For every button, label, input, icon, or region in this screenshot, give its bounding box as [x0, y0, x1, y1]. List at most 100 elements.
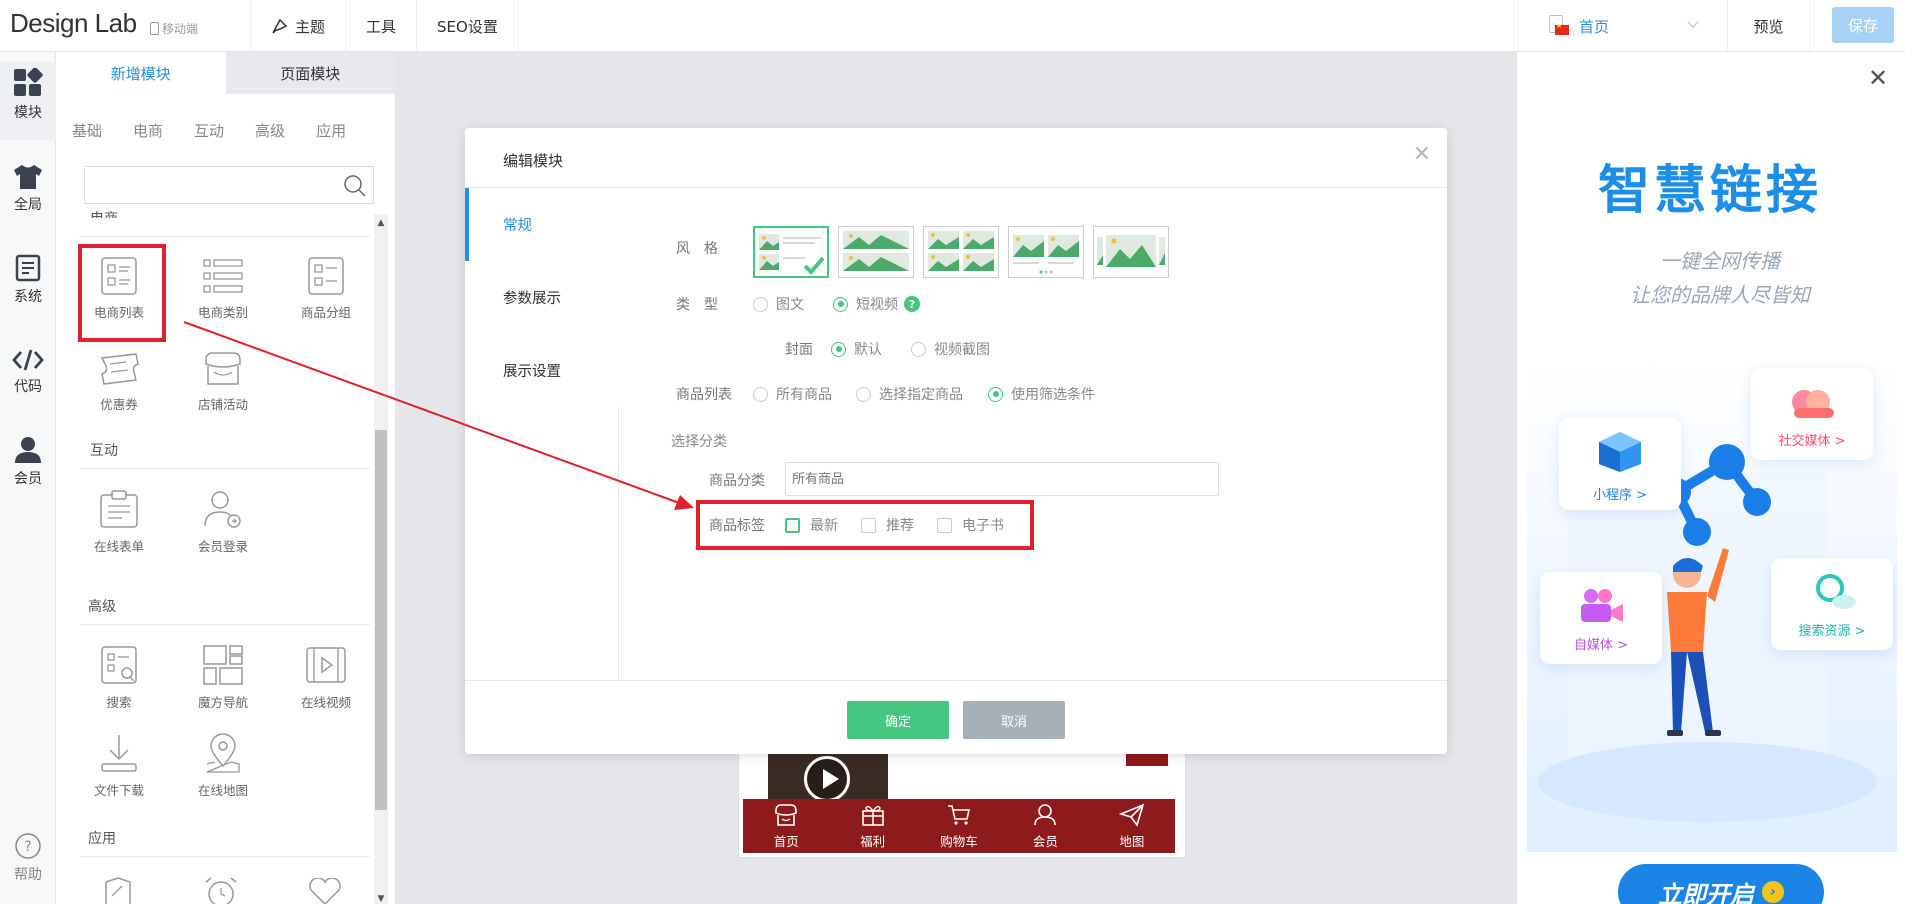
play-icon[interactable]	[804, 756, 850, 800]
product-list-radio-filter[interactable]: 使用筛选条件	[988, 384, 1095, 404]
save-button[interactable]: 保存	[1832, 7, 1894, 43]
bottom-nav-cart[interactable]: 购物车	[916, 799, 1002, 853]
radio-button[interactable]	[753, 386, 768, 402]
promo-card-mini-program[interactable]: 小程序 >	[1559, 418, 1681, 510]
page-selector[interactable]: 首页	[1518, 0, 1728, 52]
dialog-tab-general[interactable]: 常规	[465, 188, 619, 261]
bottom-nav-member[interactable]: 会员	[1002, 799, 1088, 853]
module-search[interactable]: 搜索	[76, 644, 162, 711]
module-subtabs: 基础 电商 互动 高级 应用	[72, 120, 346, 141]
module-coupon[interactable]: 优惠券	[76, 350, 162, 413]
rail-item-system[interactable]: 系统	[0, 254, 56, 306]
module-product-group[interactable]: 商品分组	[283, 256, 369, 321]
ecom-list-highlight-box	[78, 244, 166, 342]
search-module-icon	[101, 646, 137, 684]
promo-cta-button[interactable]: 立即开启 ›	[1618, 864, 1824, 904]
style-option-3[interactable]	[923, 226, 999, 278]
module-online-video[interactable]: 在线视频	[283, 644, 369, 711]
page-selected: 首页	[1579, 17, 1610, 36]
scroll-down-arrow-icon[interactable]: ▼	[376, 894, 386, 904]
rail-item-modules[interactable]: 模块	[0, 62, 56, 140]
cancel-button[interactable]: 取消	[963, 701, 1065, 739]
section-interaction-heading: 互动	[90, 443, 118, 459]
video-thumbnail[interactable]	[768, 752, 888, 800]
rail-item-member[interactable]: 会员	[0, 436, 56, 488]
promo-card-label: 自媒体 >	[1573, 638, 1629, 653]
select-category-heading: 选择分类	[671, 434, 727, 450]
module-file-download[interactable]: 文件下载	[76, 732, 162, 799]
subtab-interaction[interactable]: 互动	[194, 120, 224, 141]
chevron-right-icon: ›	[1762, 881, 1784, 903]
product-category-input[interactable]	[785, 462, 1219, 496]
nav-theme[interactable]: 主题	[250, 0, 345, 52]
bottom-nav-label: 会员	[1032, 834, 1058, 849]
subtab-apps[interactable]: 应用	[316, 120, 346, 141]
mobile-phone-icon	[150, 22, 159, 35]
module-search-input[interactable]	[84, 166, 374, 204]
search-icon[interactable]	[343, 174, 367, 198]
rail-item-global[interactable]: 全局	[0, 164, 56, 214]
scroll-up-arrow-icon[interactable]: ▲	[376, 218, 386, 228]
radio-button[interactable]	[911, 341, 926, 357]
style-option-5[interactable]	[1093, 226, 1169, 278]
tab-page-module[interactable]: 页面模块	[225, 52, 395, 94]
style-thumb-4-icon	[1013, 235, 1079, 274]
help-icon[interactable]: ?	[904, 296, 920, 312]
promo-close-icon[interactable]: ✕	[1868, 64, 1888, 92]
bottom-nav-label: 地图	[1119, 834, 1145, 849]
bottom-nav-benefits[interactable]: 福利	[829, 799, 915, 853]
nav-theme-label: 主题	[295, 17, 326, 36]
module-online-form[interactable]: 在线表单	[76, 488, 162, 555]
radio-button-selected[interactable]	[831, 341, 846, 357]
social-bubbles-icon	[1792, 390, 1834, 418]
panel-scrollbar-thumb[interactable]	[375, 430, 387, 810]
style-label: 风 格	[676, 241, 718, 257]
rail-item-code[interactable]: 代码	[0, 348, 56, 396]
style-option-4[interactable]	[1008, 226, 1084, 278]
download-icon	[101, 735, 137, 772]
bottom-nav-home[interactable]: 首页	[743, 799, 829, 853]
subtab-ecommerce[interactable]: 电商	[133, 120, 163, 141]
cover-radio-default[interactable]: 默认	[831, 339, 882, 359]
module-member-login[interactable]: 会员登录	[180, 488, 266, 555]
nav-tools[interactable]: 工具	[345, 0, 416, 52]
type-radio-short-video[interactable]: 短视频?	[833, 294, 920, 314]
subtab-basic[interactable]: 基础	[72, 120, 102, 141]
app-logo[interactable]: Design Lab	[10, 8, 137, 39]
product-list-radio-all[interactable]: 所有商品	[753, 384, 832, 404]
preview-button[interactable]: 预览	[1728, 0, 1810, 52]
module-online-map[interactable]: 在线地图	[180, 732, 266, 799]
product-list-radio-specific[interactable]: 选择指定商品	[856, 384, 963, 404]
promo-card-self-media[interactable]: 自媒体 >	[1540, 572, 1662, 664]
promo-cta-label: 立即开启	[1658, 880, 1754, 904]
module-label: 优惠券	[100, 397, 138, 412]
promo-card-search-resources[interactable]: 搜索资源 >	[1771, 558, 1893, 650]
dialog-tab-display[interactable]: 展示设置	[465, 334, 619, 407]
subtab-advanced[interactable]: 高级	[255, 120, 285, 141]
promo-card-social-media[interactable]: 社交媒体 >	[1751, 368, 1873, 460]
type-label: 类 型	[676, 297, 718, 313]
radio-button-selected[interactable]	[988, 386, 1003, 402]
close-icon[interactable]: ✕	[1413, 142, 1431, 167]
module-ecom-category[interactable]: 电商类别	[180, 256, 266, 321]
radio-button-selected[interactable]	[833, 296, 848, 312]
confirm-button[interactable]: 确定	[847, 701, 949, 739]
nav-seo[interactable]: SEO设置	[416, 0, 519, 52]
module-magic-nav[interactable]: 魔方导航	[180, 644, 266, 711]
panel-tabs: 新增模块 页面模块	[56, 52, 395, 94]
bottom-nav-label: 福利	[860, 834, 886, 849]
bottom-nav-map[interactable]: 地图	[1089, 799, 1175, 853]
style-option-2[interactable]	[838, 226, 914, 278]
rail-item-help[interactable]: ? 帮助	[0, 832, 56, 884]
mobile-view-link[interactable]: 移动端	[150, 20, 198, 37]
type-radio-graphic[interactable]: 图文	[753, 294, 804, 314]
module-store-activity[interactable]: 店铺活动	[180, 350, 266, 413]
radio-button[interactable]	[753, 296, 768, 312]
radio-button[interactable]	[856, 386, 871, 402]
cover-radio-screenshot[interactable]: 视频截图	[911, 339, 990, 359]
tab-add-module[interactable]: 新增模块	[56, 52, 226, 94]
promo-subtitle-line-1: 一键全网传播	[1660, 249, 1780, 273]
style-option-1[interactable]	[753, 226, 829, 278]
dialog-tab-params[interactable]: 参数展示	[465, 261, 619, 334]
heart-icon	[309, 878, 341, 904]
